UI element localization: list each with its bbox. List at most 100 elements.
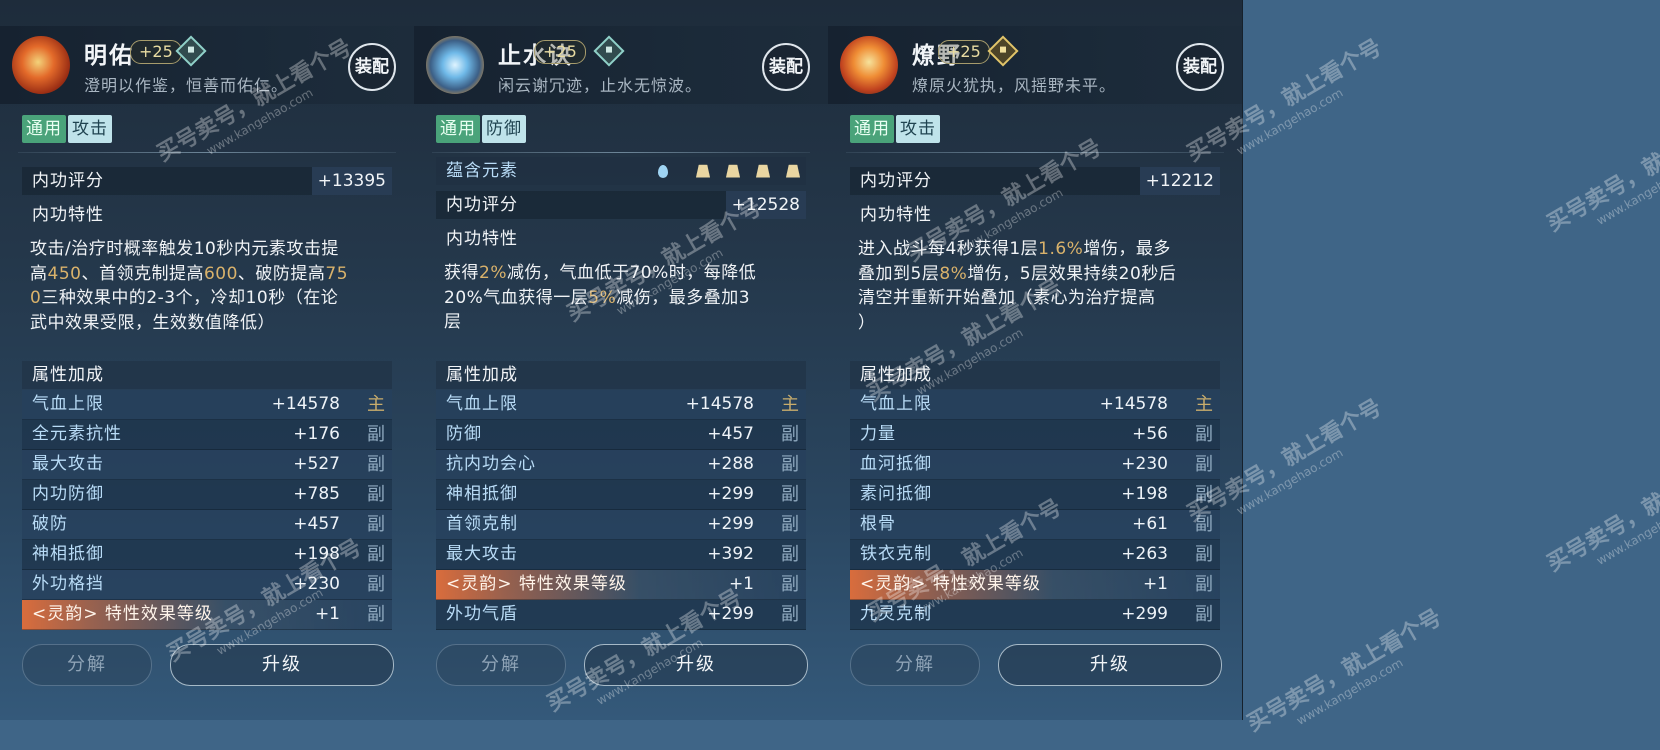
equip-button[interactable]: 装配 bbox=[762, 43, 810, 91]
upgrade-button[interactable]: 升级 bbox=[584, 644, 808, 686]
sub-stat-mark: 副 bbox=[1195, 454, 1213, 475]
sub-stat-mark: 副 bbox=[781, 484, 799, 505]
stat-value: +288 bbox=[707, 454, 754, 474]
description-line: 武中效果受限，生效数值降低） bbox=[30, 311, 390, 336]
disassemble-button[interactable]: 分解 bbox=[22, 644, 152, 686]
stat-label: 九灵克制 bbox=[860, 604, 932, 624]
stat-row: 外功气盾 +299 副 bbox=[436, 600, 806, 630]
trait-description: 进入战斗每4秒获得1层1.6%增伤，最多 叠加到5层8%增伤，5层效果持续20秒后… bbox=[858, 237, 1218, 335]
stat-value: +299 bbox=[707, 604, 754, 624]
upgrade-button[interactable]: 升级 bbox=[170, 644, 394, 686]
score-value: +13395 bbox=[311, 167, 392, 195]
stat-row: 铁衣克制 +263 副 bbox=[850, 540, 1220, 570]
trait-label: 内功特性 bbox=[32, 205, 104, 225]
stat-value: +14578 bbox=[685, 394, 754, 414]
description-text: 进入战斗每4秒获得1层 bbox=[858, 239, 1039, 259]
stat-value: +230 bbox=[293, 574, 340, 594]
score-label: 内功评分 bbox=[860, 171, 932, 191]
upgrade-button[interactable]: 升级 bbox=[998, 644, 1222, 686]
neigong-name: 明佑 bbox=[84, 43, 134, 69]
stat-value: +785 bbox=[293, 484, 340, 504]
lock-icon[interactable] bbox=[987, 35, 1019, 67]
stat-value: +392 bbox=[707, 544, 754, 564]
stat-label: 素问抵御 bbox=[860, 484, 932, 504]
equip-button[interactable]: 装配 bbox=[1176, 43, 1224, 91]
neigong-motto: 燎原火犹执，风摇野未平。 bbox=[912, 76, 1117, 95]
highlighted-value: 75 bbox=[325, 263, 349, 284]
lock-icon[interactable] bbox=[593, 35, 625, 67]
sub-stat-mark: 副 bbox=[1195, 424, 1213, 445]
stat-row: 抗内功会心 +288 副 bbox=[436, 450, 806, 480]
highlighted-value: 450 bbox=[47, 263, 82, 284]
stat-label: 防御 bbox=[446, 424, 482, 444]
stat-label: <灵韵> 特性效果等级 bbox=[32, 604, 213, 624]
sub-stat-mark: 副 bbox=[1195, 514, 1213, 535]
stat-label: 抗内功会心 bbox=[446, 454, 536, 474]
highlighted-value: 5% bbox=[588, 287, 617, 308]
watermark-url: www.kangehao.com bbox=[1234, 445, 1346, 518]
attribute-header-row: 属性加成 bbox=[22, 361, 392, 389]
sub-stat-mark: 副 bbox=[367, 514, 385, 535]
element-armor-icon bbox=[696, 164, 710, 178]
watermark-text: 买号卖号，就上看个号 bbox=[1543, 445, 1660, 577]
stat-value: +56 bbox=[1132, 424, 1168, 444]
lock-icon[interactable] bbox=[175, 35, 207, 67]
neigong-motto: 澄明以作鉴，恒善而佑仁。 bbox=[84, 76, 289, 95]
neigong-emblem-icon bbox=[840, 36, 898, 94]
description-line: 高450、首领克制提高600、破防提高75 bbox=[30, 262, 390, 287]
stat-row: 内功防御 +785 副 bbox=[22, 480, 392, 510]
stat-row: 神相抵御 +299 副 bbox=[436, 480, 806, 510]
description-text: 叠加到5层 bbox=[858, 263, 940, 284]
watermark: 买号卖号，就上看个号 www.kangehao.com bbox=[1540, 440, 1660, 590]
sub-stat-mark: 副 bbox=[367, 424, 385, 445]
equip-button[interactable]: 装配 bbox=[348, 43, 396, 91]
description-line: 清空并重新开始叠加（素心为治疗提高 bbox=[858, 286, 1218, 311]
stat-row: 气血上限 +14578 主 bbox=[850, 390, 1220, 420]
sub-stat-mark: 副 bbox=[1195, 604, 1213, 625]
watermark-url: www.kangehao.com bbox=[1294, 655, 1406, 728]
main-stat-mark: 主 bbox=[367, 394, 385, 415]
stat-row: 根骨 +61 副 bbox=[850, 510, 1220, 540]
main-stat-mark: 主 bbox=[781, 394, 799, 415]
tag-category: 攻击 bbox=[68, 115, 112, 143]
highlighted-value: 8% bbox=[939, 263, 968, 284]
disassemble-button[interactable]: 分解 bbox=[850, 644, 980, 686]
attribute-label: 属性加成 bbox=[860, 365, 932, 385]
stat-row: 力量 +56 副 bbox=[850, 420, 1220, 450]
neigong-emblem-icon bbox=[12, 36, 70, 94]
neigong-motto: 闲云谢冗迹，止水无惊波。 bbox=[498, 76, 703, 95]
stat-label: <灵韵> 特性效果等级 bbox=[446, 574, 627, 594]
stat-row: 九灵克制 +299 副 bbox=[850, 600, 1220, 630]
disassemble-button[interactable]: 分解 bbox=[436, 644, 566, 686]
card-header: 燎野 +25 燎原火犹执，风摇野未平。 装配 bbox=[828, 26, 1242, 104]
stat-label: 内功防御 bbox=[32, 484, 104, 504]
stat-label: 根骨 bbox=[860, 514, 896, 534]
score-row: 内功评分 +12212 bbox=[850, 167, 1220, 195]
description-line: ） bbox=[858, 311, 1218, 336]
tag-general: 通用 bbox=[22, 115, 66, 143]
stat-row: 最大攻击 +392 副 bbox=[436, 540, 806, 570]
stat-label: 外功格挡 bbox=[32, 574, 104, 594]
watermark-text: 买号卖号，就上看个号 bbox=[1243, 605, 1447, 737]
lingyun-row: <灵韵> 特性效果等级 +1 副 bbox=[850, 570, 1220, 600]
divider bbox=[846, 152, 1224, 153]
sub-stat-mark: 副 bbox=[781, 544, 799, 565]
stat-label: 铁衣克制 bbox=[860, 544, 932, 564]
stat-value: +1 bbox=[728, 574, 754, 594]
stat-label: 全元素抗性 bbox=[32, 424, 122, 444]
highlighted-value: 1.6% bbox=[1038, 239, 1084, 259]
description-line: 层 bbox=[444, 310, 804, 335]
attribute-label: 属性加成 bbox=[446, 365, 518, 385]
stat-value: +299 bbox=[707, 484, 754, 504]
main-stat-mark: 主 bbox=[1195, 394, 1213, 415]
element-armor-icon bbox=[726, 164, 740, 178]
tag-group: 通用 攻击 bbox=[850, 115, 942, 143]
watermark-url: www.kangehao.com bbox=[1594, 155, 1660, 228]
level-badge: +25 bbox=[938, 40, 990, 64]
stat-label: 气血上限 bbox=[860, 394, 932, 414]
watermark: 买号卖号，就上看个号 www.kangehao.com bbox=[1240, 600, 1454, 750]
stat-row: 神相抵御 +198 副 bbox=[22, 540, 392, 570]
description-line: 攻击/治疗时概率触发10秒内元素攻击提 bbox=[30, 237, 390, 262]
description-text: 减伤，气血低于70%时，每降低 bbox=[506, 263, 757, 283]
sub-stat-mark: 副 bbox=[781, 424, 799, 445]
